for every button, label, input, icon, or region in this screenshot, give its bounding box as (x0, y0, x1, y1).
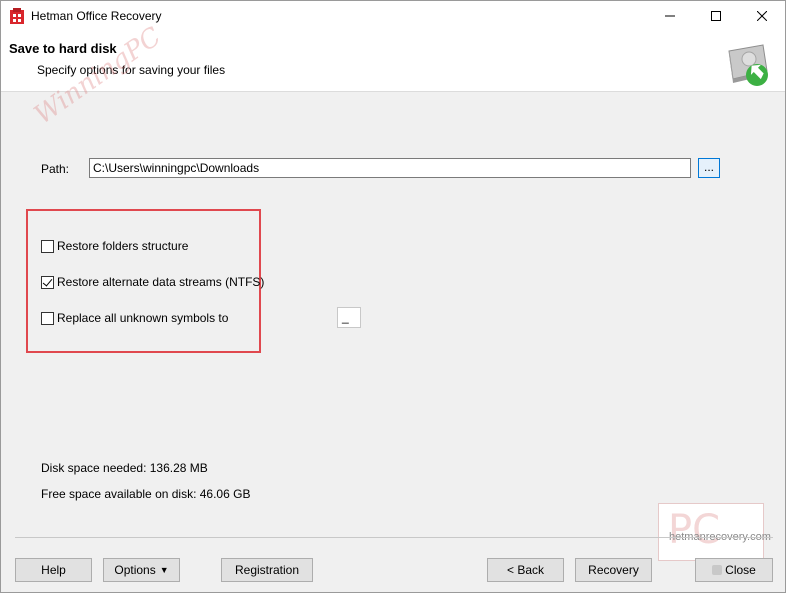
close-window-button[interactable] (739, 1, 785, 31)
hard-disk-save-icon (728, 44, 768, 86)
close-button-icon (712, 565, 723, 575)
restore-ads-label: Restore alternate data streams (NTFS) (57, 275, 265, 289)
help-button[interactable]: Help (15, 558, 92, 582)
browse-button[interactable]: ... (698, 158, 720, 178)
window-title: Hetman Office Recovery (31, 9, 162, 23)
recovery-button-label: Recovery (588, 563, 639, 577)
replace-symbols-option[interactable]: Replace all unknown symbols to (41, 311, 228, 325)
recovery-button[interactable]: Recovery (575, 558, 652, 582)
footer-separator (15, 537, 773, 538)
restore-ads-option[interactable]: Restore alternate data streams (NTFS) (41, 275, 264, 289)
title-bar[interactable]: Hetman Office Recovery (1, 1, 785, 31)
page-title: Save to hard disk (9, 41, 117, 56)
disk-space-needed: Disk space needed: 136.28 MB (41, 461, 208, 475)
registration-button[interactable]: Registration (221, 558, 313, 582)
help-button-label: Help (41, 563, 66, 577)
path-input[interactable]: C:\Users\winningpc\Downloads (89, 158, 691, 178)
caret-down-icon: ▼ (159, 565, 169, 575)
replace-symbol-input[interactable]: _ (337, 307, 361, 328)
options-button-label: Options (114, 563, 156, 577)
close-button-label: Close (725, 563, 756, 577)
registration-button-label: Registration (234, 563, 300, 577)
app-window: Hetman Office Recovery Save to hard disk… (0, 0, 786, 593)
minimize-button[interactable] (647, 1, 693, 31)
options-button[interactable]: Options ▼ (103, 558, 180, 582)
close-icon (757, 11, 767, 21)
path-label: Path: (41, 162, 70, 176)
pc-logo-letters: PC (668, 507, 720, 553)
app-logo-icon (10, 8, 24, 24)
replace-symbols-checkbox[interactable] (41, 311, 54, 325)
restore-folders-checkbox[interactable] (41, 239, 54, 253)
free-space-available: Free space available on disk: 46.06 GB (41, 487, 251, 501)
maximize-icon (711, 11, 721, 21)
restore-folders-label: Restore folders structure (57, 239, 189, 253)
minimize-icon (665, 15, 675, 17)
replace-symbols-label: Replace all unknown symbols to (57, 311, 229, 325)
restore-folders-option[interactable]: Restore folders structure (41, 239, 188, 253)
close-button[interactable]: Close (695, 558, 773, 582)
back-button-label: < Back (506, 563, 545, 577)
maximize-button[interactable] (693, 1, 739, 31)
restore-ads-checkbox[interactable] (41, 275, 54, 289)
back-button[interactable]: < Back (487, 558, 564, 582)
